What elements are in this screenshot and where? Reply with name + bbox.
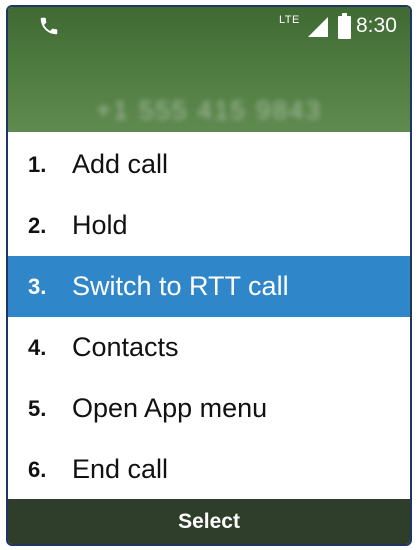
menu-item-switch-to-rtt-call[interactable]: 3. Switch to RTT call (8, 256, 410, 317)
menu-item-number: 3. (28, 273, 47, 299)
signal-icon (308, 17, 328, 37)
menu-item-label: Switch to RTT call (72, 271, 289, 301)
menu-item-number: 2. (28, 212, 47, 238)
menu-item-add-call[interactable]: 1. Add call (8, 134, 410, 195)
phone-icon (40, 17, 58, 35)
menu-item-label: Contacts (72, 332, 179, 362)
menu-item-number: 6. (28, 456, 47, 482)
network-type-label: LTE (279, 14, 300, 26)
options-menu: 1. Add call 2. Hold 3. Switch to RTT cal… (8, 134, 410, 500)
menu-item-number: 4. (28, 334, 47, 360)
menu-item-contacts[interactable]: 4. Contacts (8, 317, 410, 378)
softkey-select-button[interactable]: Select (8, 499, 410, 544)
caller-number: +1 555 415 9843 (96, 95, 322, 125)
menu-item-number: 5. (28, 395, 47, 421)
menu-item-number: 1. (28, 151, 47, 177)
menu-item-hold[interactable]: 2. Hold (8, 195, 410, 256)
call-header: LTE 8:30 +1 555 415 9843 (8, 7, 410, 132)
status-bar: LTE 8:30 (8, 7, 410, 43)
clock: 8:30 (356, 14, 397, 37)
menu-item-label: Hold (72, 210, 128, 240)
menu-item-label: End call (72, 454, 169, 484)
menu-item-end-call[interactable]: 6. End call (8, 439, 410, 500)
phone-screen: LTE 8:30 +1 555 415 9843 1. Add call 2. … (6, 5, 412, 546)
menu-item-open-app-menu[interactable]: 5. Open App menu (8, 378, 410, 439)
menu-item-label: Open App menu (72, 393, 268, 423)
battery-icon (338, 13, 351, 39)
menu-item-label: Add call (72, 149, 169, 179)
